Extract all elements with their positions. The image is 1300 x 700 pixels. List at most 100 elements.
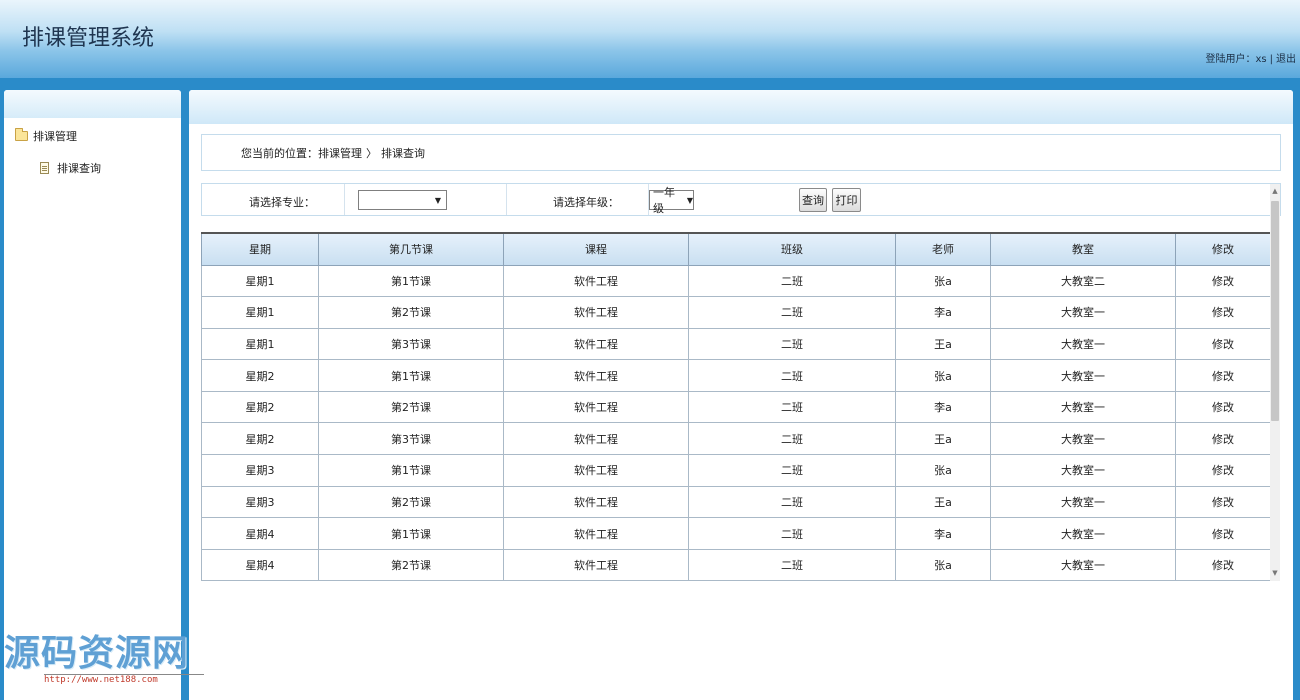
- cell-classroom: 大教室一: [990, 548, 1176, 581]
- vertical-scrollbar[interactable]: ▲ ▼: [1270, 184, 1280, 581]
- cell-class: 二班: [688, 359, 896, 392]
- query-button[interactable]: 查询: [799, 188, 827, 212]
- edit-link[interactable]: 修改: [1175, 359, 1270, 392]
- cell-teacher: 张a: [895, 359, 991, 392]
- divider: [506, 184, 507, 215]
- column-header: 第几节课: [318, 232, 504, 266]
- cell-classroom: 大教室一: [990, 359, 1176, 392]
- edit-link[interactable]: 修改: [1175, 548, 1270, 581]
- breadcrumb: 您当前的位置： 排课管理 〉 排课查询: [201, 134, 1281, 171]
- scroll-down-icon[interactable]: ▼: [1270, 566, 1280, 581]
- cell-classroom: 大教室一: [990, 296, 1176, 329]
- cell-course: 软件工程: [503, 390, 689, 424]
- table-row: 星期3 第2节课 软件工程 二班 王a 大教室一 修改: [201, 485, 1270, 519]
- cell-class: 二班: [688, 390, 896, 424]
- logout-link[interactable]: 退出: [1276, 54, 1296, 65]
- cell-period: 第1节课: [318, 359, 504, 392]
- cell-teacher: 王a: [895, 327, 991, 361]
- grade-label: 请选择年级：: [553, 196, 619, 209]
- cell-classroom: 大教室一: [990, 517, 1176, 550]
- table-header-row: 星期 第几节课 课程 班级 老师 教室 修改: [201, 232, 1270, 266]
- app-title: 排课管理系统: [22, 26, 155, 51]
- edit-link[interactable]: 修改: [1175, 296, 1270, 329]
- table-row: 星期3 第1节课 软件工程 二班 张a 大教室一 修改: [201, 454, 1270, 487]
- cell-classroom: 大教室一: [990, 422, 1176, 456]
- column-header: 班级: [688, 232, 896, 266]
- divider: [344, 184, 345, 215]
- scroll-up-icon[interactable]: ▲: [1270, 184, 1280, 199]
- cell-teacher: 李a: [895, 390, 991, 424]
- cell-period: 第1节课: [318, 454, 504, 487]
- cell-classroom: 大教室一: [990, 485, 1176, 519]
- watermark-text: 源码资源网: [4, 632, 190, 674]
- cell-course: 软件工程: [503, 454, 689, 487]
- cell-class: 二班: [688, 517, 896, 550]
- edit-link[interactable]: 修改: [1175, 517, 1270, 550]
- edit-link[interactable]: 修改: [1175, 264, 1270, 298]
- table-row: 星期1 第1节课 软件工程 二班 张a 大教室二 修改: [201, 264, 1270, 298]
- cell-course: 软件工程: [503, 264, 689, 298]
- cell-classroom: 大教室一: [990, 327, 1176, 361]
- breadcrumb-level1: 排课管理: [318, 146, 362, 160]
- cell-period: 第2节课: [318, 296, 504, 329]
- cell-class: 二班: [688, 296, 896, 329]
- cell-course: 软件工程: [503, 422, 689, 456]
- cell-classroom: 大教室一: [990, 390, 1176, 424]
- chevron-down-icon: ▼: [686, 195, 693, 205]
- cell-period: 第2节课: [318, 548, 504, 581]
- table-row: 星期2 第3节课 软件工程 二班 王a 大教室一 修改: [201, 422, 1270, 456]
- cell-teacher: 李a: [895, 296, 991, 329]
- print-button[interactable]: 打印: [832, 188, 861, 212]
- folder-open-icon: [15, 128, 28, 141]
- cell-teacher: 张a: [895, 264, 991, 298]
- cell-teacher: 王a: [895, 485, 991, 519]
- chevron-down-icon: ▼: [434, 195, 441, 205]
- app-header: 排课管理系统 登陆用户：xs | 退出: [0, 0, 1300, 78]
- table-row: 星期1 第2节课 软件工程 二班 李a 大教室一 修改: [201, 296, 1270, 329]
- edit-link[interactable]: 修改: [1175, 454, 1270, 487]
- edit-link[interactable]: 修改: [1175, 390, 1270, 424]
- cell-weekday: 星期1: [201, 264, 319, 298]
- cell-course: 软件工程: [503, 296, 689, 329]
- schedule-table: 星期 第几节课 课程 班级 老师 教室 修改 星期1 第1节课 软件工程 二班 …: [201, 232, 1270, 581]
- grade-select-value: 一年级: [653, 186, 675, 215]
- user-bar: 登陆用户：xs | 退出: [1205, 50, 1296, 65]
- edit-link[interactable]: 修改: [1175, 422, 1270, 456]
- column-header: 老师: [895, 232, 991, 266]
- sidebar-item-schedule-query[interactable]: 排课查询: [40, 160, 101, 176]
- major-label: 请选择专业：: [249, 196, 315, 209]
- cell-teacher: 张a: [895, 548, 991, 581]
- major-select[interactable]: ▼: [358, 190, 447, 210]
- cell-class: 二班: [688, 264, 896, 298]
- cell-period: 第2节课: [318, 485, 504, 519]
- cell-teacher: 张a: [895, 454, 991, 487]
- breadcrumb-prefix: 您当前的位置：: [241, 146, 318, 160]
- cell-class: 二班: [688, 548, 896, 581]
- grade-select[interactable]: 一年级 ▼: [649, 186, 694, 215]
- cell-weekday: 星期1: [201, 327, 319, 361]
- cell-teacher: 李a: [895, 517, 991, 550]
- edit-link[interactable]: 修改: [1175, 485, 1270, 519]
- column-header: 星期: [201, 232, 319, 266]
- cell-weekday: 星期4: [201, 548, 319, 581]
- cell-period: 第1节课: [318, 517, 504, 550]
- scroll-thumb[interactable]: [1271, 201, 1279, 421]
- watermark: 源码资源网 http://www.net188.com: [4, 632, 204, 685]
- cell-period: 第2节课: [318, 390, 504, 424]
- sidebar-item-label: 排课管理: [33, 130, 77, 143]
- sidebar-header: [4, 90, 181, 118]
- column-header: 课程: [503, 232, 689, 266]
- table-row: 星期1 第3节课 软件工程 二班 王a 大教室一 修改: [201, 327, 1270, 361]
- cell-weekday: 星期4: [201, 517, 319, 550]
- cell-class: 二班: [688, 454, 896, 487]
- cell-classroom: 大教室二: [990, 264, 1176, 298]
- watermark-url: http://www.net188.com: [44, 674, 204, 685]
- cell-course: 软件工程: [503, 485, 689, 519]
- sidebar: 排课管理 排课查询: [4, 90, 181, 700]
- breadcrumb-arrow: 〉: [366, 146, 377, 160]
- cell-course: 软件工程: [503, 327, 689, 361]
- cell-weekday: 星期1: [201, 296, 319, 329]
- edit-link[interactable]: 修改: [1175, 327, 1270, 361]
- sidebar-item-schedule-management[interactable]: 排课管理: [15, 128, 77, 144]
- cell-teacher: 王a: [895, 422, 991, 456]
